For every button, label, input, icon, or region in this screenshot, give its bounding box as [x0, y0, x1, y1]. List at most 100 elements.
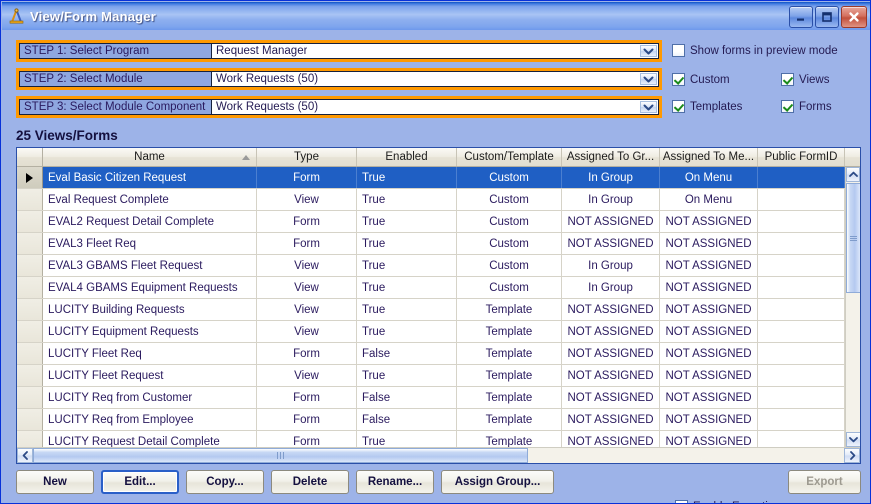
- column-header-enabled[interactable]: Enabled: [357, 148, 457, 166]
- row-selector-cell[interactable]: [17, 211, 43, 232]
- table-row[interactable]: LUCITY Request Detail Complete Form True Te…: [17, 431, 845, 447]
- row-selector-cell[interactable]: [17, 365, 43, 386]
- vertical-scroll-thumb[interactable]: [846, 183, 860, 293]
- chevron-down-icon[interactable]: [640, 45, 657, 57]
- grid-vertical-scrollbar[interactable]: [845, 167, 860, 447]
- option-label: Views: [799, 73, 830, 86]
- table-row[interactable]: EVAL2 Request Detail Complete Form True Cus…: [17, 211, 845, 233]
- row-selector-cell[interactable]: [17, 277, 43, 298]
- grid-horizontal-scrollbar[interactable]: [17, 447, 860, 463]
- step-2-value: Work Requests (50): [216, 73, 319, 85]
- checkbox-enable-exporting[interactable]: [675, 500, 688, 503]
- option-enable-exporting[interactable]: Enable Exporting: [675, 500, 781, 504]
- checkbox-show-forms-preview[interactable]: [672, 44, 685, 57]
- scroll-right-button[interactable]: [844, 448, 860, 463]
- cell-type: Form: [257, 387, 357, 408]
- step-1-program-select[interactable]: Request Manager: [211, 43, 659, 59]
- rename-button[interactable]: Rename...: [356, 470, 434, 494]
- edit-button[interactable]: Edit...: [101, 470, 179, 494]
- assign-group-button[interactable]: Assign Group...: [441, 470, 554, 494]
- close-button[interactable]: [841, 6, 867, 28]
- row-selector-cell[interactable]: [17, 233, 43, 254]
- checkbox-views[interactable]: [781, 73, 794, 86]
- row-selector-cell[interactable]: [17, 189, 43, 210]
- option-views[interactable]: Views: [781, 73, 829, 86]
- table-row[interactable]: EVAL3 GBAMS Fleet Request View True Custom I…: [17, 255, 845, 277]
- cell-assigned-to-menu: NOT ASSIGNED: [660, 211, 758, 232]
- cell-assigned-to-group: In Group: [562, 255, 660, 276]
- step-2-module-select[interactable]: Work Requests (50): [211, 71, 659, 87]
- cell-custom-template: Custom: [457, 189, 562, 210]
- option-templates[interactable]: Templates: [672, 100, 742, 113]
- option-show-forms-preview[interactable]: Show forms in preview mode: [672, 44, 838, 57]
- cell-assigned-to-menu: NOT ASSIGNED: [660, 431, 758, 447]
- delete-button[interactable]: Delete: [271, 470, 349, 494]
- option-custom[interactable]: Custom: [672, 73, 730, 86]
- cell-type: View: [257, 189, 357, 210]
- cell-type: Form: [257, 211, 357, 232]
- cell-custom-template: Custom: [457, 211, 562, 232]
- scroll-up-button[interactable]: [846, 167, 860, 182]
- cell-assigned-to-menu: NOT ASSIGNED: [660, 387, 758, 408]
- row-selector-cell[interactable]: [17, 387, 43, 408]
- step-3-module-component-select[interactable]: Work Requests (50): [211, 99, 659, 115]
- row-selector-cell[interactable]: [17, 299, 43, 320]
- column-header-custom-template[interactable]: Custom/Template: [457, 148, 562, 166]
- column-header-assigned-to-menu[interactable]: Assigned To Me...: [660, 148, 758, 166]
- checkbox-forms[interactable]: [781, 100, 794, 113]
- cell-name: Eval Basic Citizen Request: [43, 167, 257, 188]
- cell-assigned-to-group: In Group: [562, 167, 660, 188]
- row-selector-cell[interactable]: [17, 167, 43, 188]
- cell-public-formid: [758, 387, 845, 408]
- row-selector-cell[interactable]: [17, 431, 43, 447]
- scroll-left-button[interactable]: [17, 448, 33, 463]
- column-header-label: Assigned To Me...: [662, 151, 755, 163]
- title-bar[interactable]: View/Form Manager: [2, 2, 870, 30]
- maximize-button[interactable]: [815, 6, 839, 28]
- chevron-down-icon[interactable]: [640, 101, 657, 113]
- scroll-down-button[interactable]: [846, 432, 860, 447]
- row-selector-cell[interactable]: [17, 321, 43, 342]
- step-1-label: STEP 1: Select Program: [19, 43, 211, 59]
- cell-public-formid: [758, 365, 845, 386]
- drafting-compass-icon: [8, 7, 25, 25]
- horizontal-scroll-thumb[interactable]: [33, 448, 528, 463]
- grid-rows: Eval Basic Citizen Request Form True Custom…: [17, 167, 845, 447]
- row-selector-cell[interactable]: [17, 409, 43, 430]
- cell-name: EVAL3 Fleet Req: [43, 233, 257, 254]
- table-row[interactable]: LUCITY Fleet Req Form False Template NOT ASS…: [17, 343, 845, 365]
- copy-button[interactable]: Copy...: [186, 470, 264, 494]
- cell-type: Form: [257, 343, 357, 364]
- chevron-down-icon[interactable]: [640, 73, 657, 85]
- new-button[interactable]: New: [16, 470, 94, 494]
- cell-name: EVAL3 GBAMS Fleet Request: [43, 255, 257, 276]
- column-header-type[interactable]: Type: [257, 148, 357, 166]
- option-label: Enable Exporting: [693, 501, 781, 504]
- row-selector-cell[interactable]: [17, 343, 43, 364]
- checkbox-custom[interactable]: [672, 73, 685, 86]
- checkbox-templates[interactable]: [672, 100, 685, 113]
- row-selector-cell[interactable]: [17, 255, 43, 276]
- horizontal-scroll-track[interactable]: [528, 448, 844, 463]
- cell-enabled: True: [357, 167, 457, 188]
- cell-custom-template: Custom: [457, 277, 562, 298]
- cell-public-formid: [758, 211, 845, 232]
- table-row[interactable]: EVAL3 Fleet Req Form True Custom NOT ASSIGNE…: [17, 233, 845, 255]
- table-row[interactable]: LUCITY Building Requests View True Template…: [17, 299, 845, 321]
- minimize-button[interactable]: [789, 6, 813, 28]
- table-row[interactable]: LUCITY Req from Employee Form False Templat…: [17, 409, 845, 431]
- column-header-assigned-to-group[interactable]: Assigned To Gr...: [562, 148, 660, 166]
- option-forms[interactable]: Forms: [781, 100, 832, 113]
- column-header-public-formid[interactable]: Public FormID: [758, 148, 845, 166]
- cell-type: View: [257, 255, 357, 276]
- table-row[interactable]: Eval Request Complete View True Custom In Gr…: [17, 189, 845, 211]
- export-button[interactable]: Export: [788, 470, 861, 494]
- table-row[interactable]: EVAL4 GBAMS Equipment Requests View True Cu…: [17, 277, 845, 299]
- table-row[interactable]: LUCITY Fleet Request View True Template NOT …: [17, 365, 845, 387]
- table-row[interactable]: Eval Basic Citizen Request Form True Custom…: [17, 167, 845, 189]
- column-header-label: Public FormID: [764, 151, 838, 163]
- cell-name: LUCITY Req from Customer: [43, 387, 257, 408]
- column-header-name[interactable]: Name: [43, 148, 257, 166]
- table-row[interactable]: LUCITY Equipment Requests View True Templat…: [17, 321, 845, 343]
- table-row[interactable]: LUCITY Req from Customer Form False Templat…: [17, 387, 845, 409]
